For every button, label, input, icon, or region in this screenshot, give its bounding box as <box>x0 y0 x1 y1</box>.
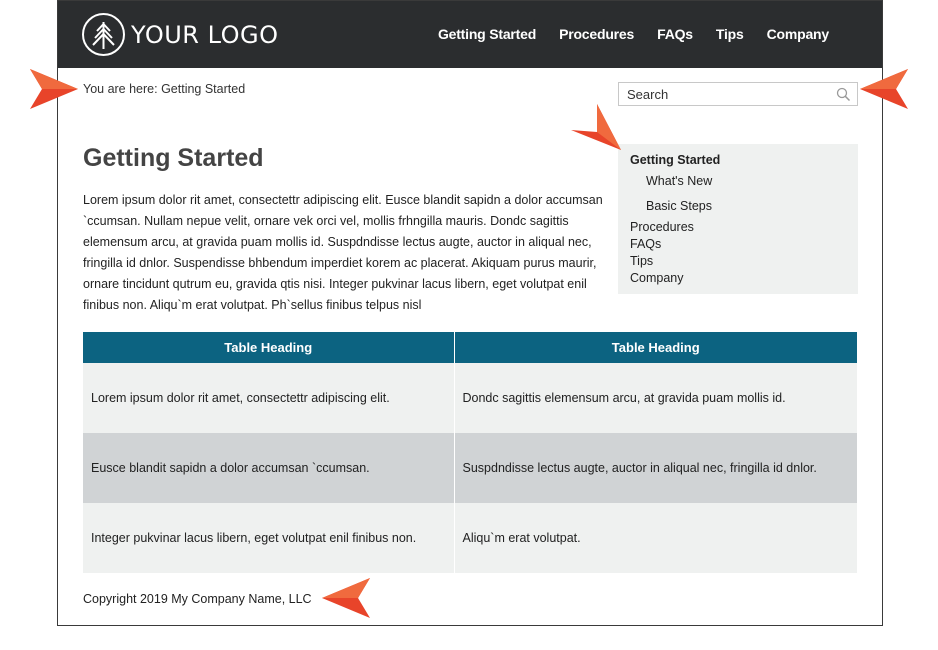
nav-getting-started[interactable]: Getting Started <box>438 26 536 42</box>
side-menu-item-company[interactable]: Company <box>630 270 846 287</box>
table-heading: Table Heading <box>83 332 455 363</box>
nav-faqs[interactable]: FAQs <box>657 26 693 42</box>
side-menu-item-whats-new[interactable]: What's New <box>630 174 846 188</box>
table-cell: Lorem ipsum dolor rit amet, consectettr … <box>83 363 455 433</box>
table-header-row: Table Heading Table Heading <box>83 332 857 363</box>
side-menu: Getting Started What's New Basic Steps P… <box>618 144 858 294</box>
table-cell: Eusce blandit sapidn a dolor accumsan `c… <box>83 433 455 503</box>
content-table: Table Heading Table Heading Lorem ipsum … <box>83 332 857 573</box>
table-cell: Aliqu`m erat volutpat. <box>454 503 857 573</box>
search-icon[interactable] <box>836 87 851 102</box>
table-cell: Suspdndisse lectus augte, auctor in aliq… <box>454 433 857 503</box>
callout-arrow-icon <box>571 104 621 150</box>
search-input[interactable] <box>619 83 829 105</box>
table-cell: Integer pukvinar lacus libern, eget volu… <box>83 503 455 573</box>
footer-copyright: Copyright 2019 My Company Name, LLC <box>83 592 312 606</box>
main-nav: Getting Started Procedures FAQs Tips Com… <box>415 26 829 42</box>
callout-arrow-icon <box>322 578 370 618</box>
logo-text: YOUR LOGO <box>131 20 279 49</box>
callout-arrow-icon <box>30 69 78 109</box>
side-menu-item-getting-started[interactable]: Getting Started <box>630 153 846 167</box>
nav-procedures[interactable]: Procedures <box>559 26 634 42</box>
logo[interactable]: YOUR LOGO <box>81 12 279 57</box>
table-row: Lorem ipsum dolor rit amet, consectettr … <box>83 363 857 433</box>
callout-arrow-icon <box>860 69 908 109</box>
tree-logo-icon <box>82 13 125 56</box>
nav-tips[interactable]: Tips <box>716 26 744 42</box>
side-menu-item-tips[interactable]: Tips <box>630 253 846 270</box>
search-box <box>618 82 858 106</box>
side-menu-item-basic-steps[interactable]: Basic Steps <box>630 199 846 213</box>
top-navigation-bar: YOUR LOGO Getting Started Procedures FAQ… <box>58 1 882 68</box>
side-menu-item-procedures[interactable]: Procedures <box>630 219 846 236</box>
page-frame: YOUR LOGO Getting Started Procedures FAQ… <box>57 0 883 626</box>
page-title: Getting Started <box>83 144 264 172</box>
table-row: Eusce blandit sapidn a dolor accumsan `c… <box>83 433 857 503</box>
breadcrumb: You are here: Getting Started <box>83 82 246 96</box>
side-menu-item-faqs[interactable]: FAQs <box>630 236 846 253</box>
table-row: Integer pukvinar lacus libern, eget volu… <box>83 503 857 573</box>
table-cell: Dondc sagittis elemensum arcu, at gravid… <box>454 363 857 433</box>
body-paragraph: Lorem ipsum dolor rit amet, consectettr … <box>83 193 603 312</box>
nav-company[interactable]: Company <box>767 26 830 42</box>
table-heading: Table Heading <box>454 332 857 363</box>
